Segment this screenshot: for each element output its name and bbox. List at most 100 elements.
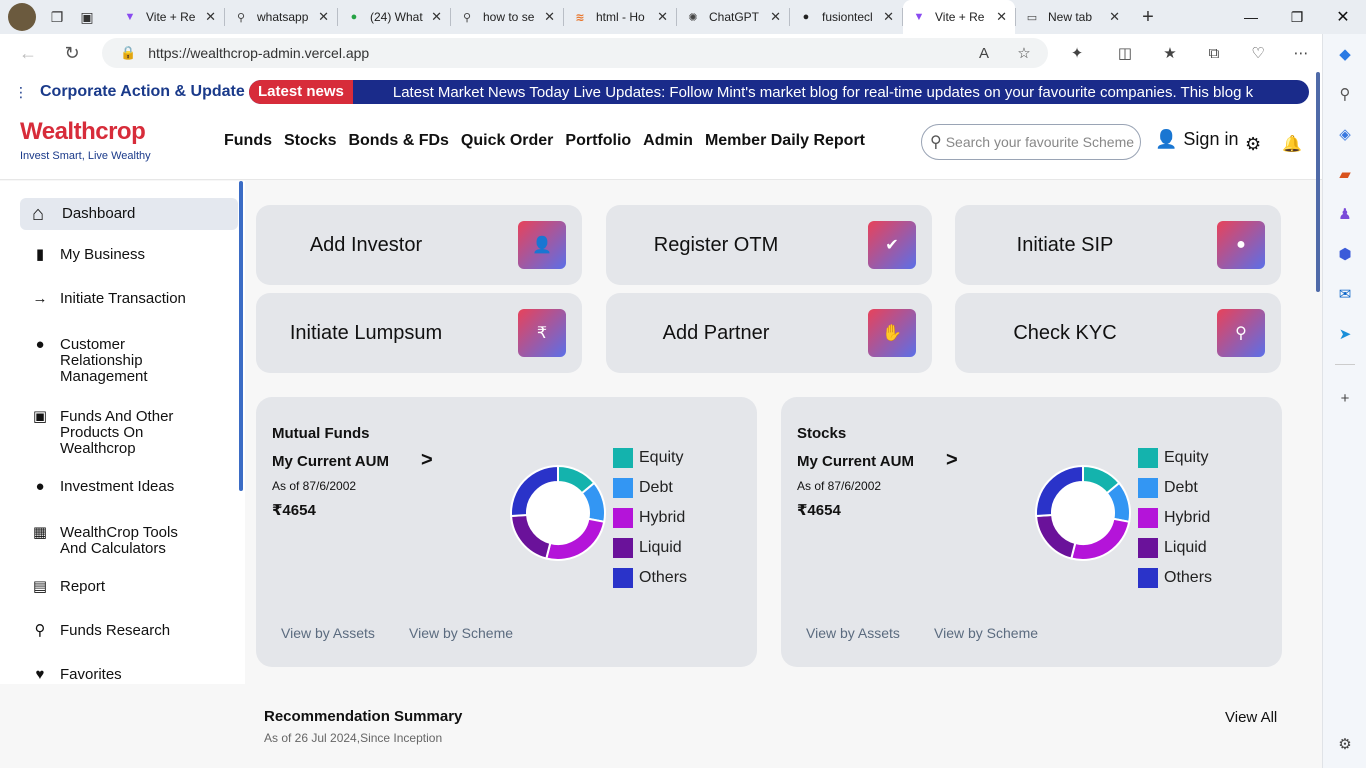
view-by-assets-link[interactable]: View by Assets [281, 625, 375, 641]
collections-icon[interactable]: ⧉ [1200, 39, 1228, 67]
sidebar-scrollbar[interactable] [239, 181, 243, 491]
microsoft365-icon[interactable]: ⬢ [1335, 244, 1355, 264]
sidebar-item-funds-and-other-products-on-wealthcrop[interactable]: ▣ Funds And Other Products On Wealthcrop [20, 409, 238, 457]
sidebar-item-investment-ideas[interactable]: ● Investment Ideas [20, 479, 238, 495]
sidebar-item-my-business[interactable]: ▮ My Business [20, 247, 238, 263]
logo-tagline: Invest Smart, Live Wealthy [20, 150, 151, 162]
sidebar-item-favorites[interactable]: ♥ Favorites [20, 667, 238, 683]
action-label: Register OTM [653, 233, 779, 256]
scheme-search[interactable]: ⚲ Search your favourite Scheme [921, 124, 1141, 160]
shopping-icon[interactable]: ◈ [1335, 124, 1355, 144]
chevron-right-icon[interactable]: > [946, 449, 958, 472]
profile-avatar[interactable] [8, 3, 36, 31]
close-tab-icon[interactable]: ✕ [770, 9, 781, 25]
tab-6[interactable]: ✺ ChatGPT ✕ [677, 0, 789, 34]
close-tab-icon[interactable]: ✕ [657, 9, 668, 25]
sidebar-item-wealthcrop-tools-and-calculators[interactable]: ▦ WealthCrop Tools And Calculators [20, 525, 238, 557]
read-aloud-icon[interactable]: A [970, 39, 998, 67]
back-icon[interactable]: ← [10, 38, 46, 68]
send-icon[interactable]: ➤ [1335, 324, 1355, 344]
menu-item-portfolio[interactable]: Portfolio [565, 132, 631, 150]
search-icon[interactable]: ⚲ [1335, 84, 1355, 104]
money-bag-icon[interactable]: ● [1217, 221, 1265, 269]
action-card-initiate-lumpsum[interactable]: Initiate Lumpsum ₹ [256, 293, 582, 373]
url-field[interactable]: 🔒 https://wealthcrop-admin.vercel.app [102, 38, 1048, 68]
browser-essentials-icon[interactable]: ♡ [1244, 39, 1272, 67]
view-by-scheme-link[interactable]: View by Scheme [934, 625, 1038, 641]
favorite-star-icon[interactable]: ☆ [1010, 39, 1038, 67]
close-tab-icon[interactable]: ✕ [1109, 9, 1120, 25]
close-window-button[interactable]: ✕ [1320, 7, 1366, 27]
sidebar-item-initiate-transaction[interactable]: → Initiate Transaction [20, 291, 238, 307]
rupee-icon[interactable]: ₹ [518, 309, 566, 357]
page-scrollbar[interactable] [1316, 72, 1320, 292]
tab-8[interactable]: ▼ Vite + Re ✕ [903, 0, 1015, 34]
menu-item-funds[interactable]: Funds [224, 132, 272, 150]
outlook-icon[interactable]: ✉ [1335, 284, 1355, 304]
latest-news-badge: Latest news [249, 80, 353, 104]
lock-icon: 🔒 [120, 45, 137, 60]
minimize-button[interactable]: — [1228, 9, 1274, 25]
sign-in-button[interactable]: 👤 Sign in [1155, 129, 1238, 150]
bell-icon[interactable]: 🔔 [1282, 134, 1302, 154]
sidebar-item-customer-relationship-management[interactable]: ● Customer Relationship Management [20, 337, 238, 385]
add-icon[interactable]: + [1335, 388, 1355, 408]
maximize-button[interactable]: ❐ [1274, 9, 1320, 26]
tab-3[interactable]: ● (24) What ✕ [338, 0, 450, 34]
action-card-add-investor[interactable]: Add Investor 👤 [256, 205, 582, 285]
search-input[interactable]: Search your favourite Scheme [946, 134, 1134, 150]
user-check-icon[interactable]: ✔ [868, 221, 916, 269]
menu-item-admin[interactable]: Admin [643, 132, 693, 150]
new-tab-button[interactable]: + [1128, 6, 1168, 29]
menu-item-stocks[interactable]: Stocks [284, 132, 336, 150]
handshake-icon[interactable]: ✋ [868, 309, 916, 357]
favorites-icon[interactable]: ★ [1156, 39, 1184, 67]
tab-actions-icon[interactable]: ▣ [70, 9, 104, 26]
split-screen-icon[interactable]: ◫ [1111, 39, 1139, 67]
close-tab-icon[interactable]: ✕ [544, 9, 555, 25]
tab-2[interactable]: ⚲ whatsapp ✕ [225, 0, 337, 34]
view-by-scheme-link[interactable]: View by Scheme [409, 625, 513, 641]
arrow-right-icon: → [32, 290, 48, 307]
ticker-message[interactable]: Latest Market News Today Live Updates: F… [393, 84, 1253, 101]
user-plus-icon[interactable]: 👤 [518, 221, 566, 269]
search-icon[interactable]: ⚲ [1217, 309, 1265, 357]
news-ticker: ⋮ Corporate Action & Update Latest news … [0, 72, 1322, 112]
tab-7[interactable]: ● fusiontecl ✕ [790, 0, 902, 34]
logo[interactable]: Wealthcrop Invest Smart, Live Wealthy [20, 118, 155, 170]
close-tab-icon[interactable]: ✕ [996, 9, 1007, 25]
view-by-assets-link[interactable]: View by Assets [806, 625, 900, 641]
tab-1[interactable]: ▼ Vite + Re ✕ [114, 0, 224, 34]
menu-item-bonds-fds[interactable]: Bonds & FDs [348, 132, 448, 150]
copilot-icon[interactable]: ◆ [1335, 44, 1355, 64]
tab-4[interactable]: ⚲ how to se ✕ [451, 0, 563, 34]
action-card-add-partner[interactable]: Add Partner ✋ [606, 293, 932, 373]
close-tab-icon[interactable]: ✕ [431, 9, 442, 25]
action-card-initiate-sip[interactable]: Initiate SIP ● [955, 205, 1281, 285]
games-icon[interactable]: ♟ [1335, 204, 1355, 224]
sidebar-item-label: WealthCrop Tools And Calculators [60, 524, 178, 557]
view-all-link[interactable]: View All [1225, 709, 1277, 726]
close-tab-icon[interactable]: ✕ [205, 9, 216, 25]
drag-handle-icon[interactable]: ⋮ [14, 84, 28, 101]
chevron-right-icon[interactable]: > [421, 449, 433, 472]
tab-5[interactable]: ≋ html - Ho ✕ [564, 0, 676, 34]
action-card-check-kyc[interactable]: Check KYC ⚲ [955, 293, 1281, 373]
newtab-icon: ▭ [1026, 11, 1038, 24]
refresh-icon[interactable]: ↻ [54, 38, 90, 68]
menu-item-quick-order[interactable]: Quick Order [461, 132, 553, 150]
sidebar-item-funds-research[interactable]: ⚲ Funds Research [20, 623, 238, 639]
close-tab-icon[interactable]: ✕ [883, 9, 894, 25]
settings-more-icon[interactable]: ⋯ [1287, 39, 1315, 67]
gear-icon[interactable]: ⚙ [1245, 134, 1261, 155]
action-card-register-otm[interactable]: Register OTM ✔ [606, 205, 932, 285]
sidebar-item-dashboard[interactable]: ⌂ Dashboard [20, 198, 238, 230]
extensions-icon[interactable]: ✦ [1063, 39, 1091, 67]
close-tab-icon[interactable]: ✕ [318, 9, 329, 25]
settings-icon[interactable]: ⚙ [1335, 734, 1355, 754]
sidebar-item-report[interactable]: ▤ Report [20, 579, 238, 595]
menu-item-member-daily-report[interactable]: Member Daily Report [705, 132, 865, 150]
tab-9[interactable]: ▭ New tab ✕ [1016, 0, 1128, 34]
workspaces-icon[interactable]: ❐ [44, 9, 70, 26]
tools-icon[interactable]: ▰ [1335, 164, 1355, 184]
